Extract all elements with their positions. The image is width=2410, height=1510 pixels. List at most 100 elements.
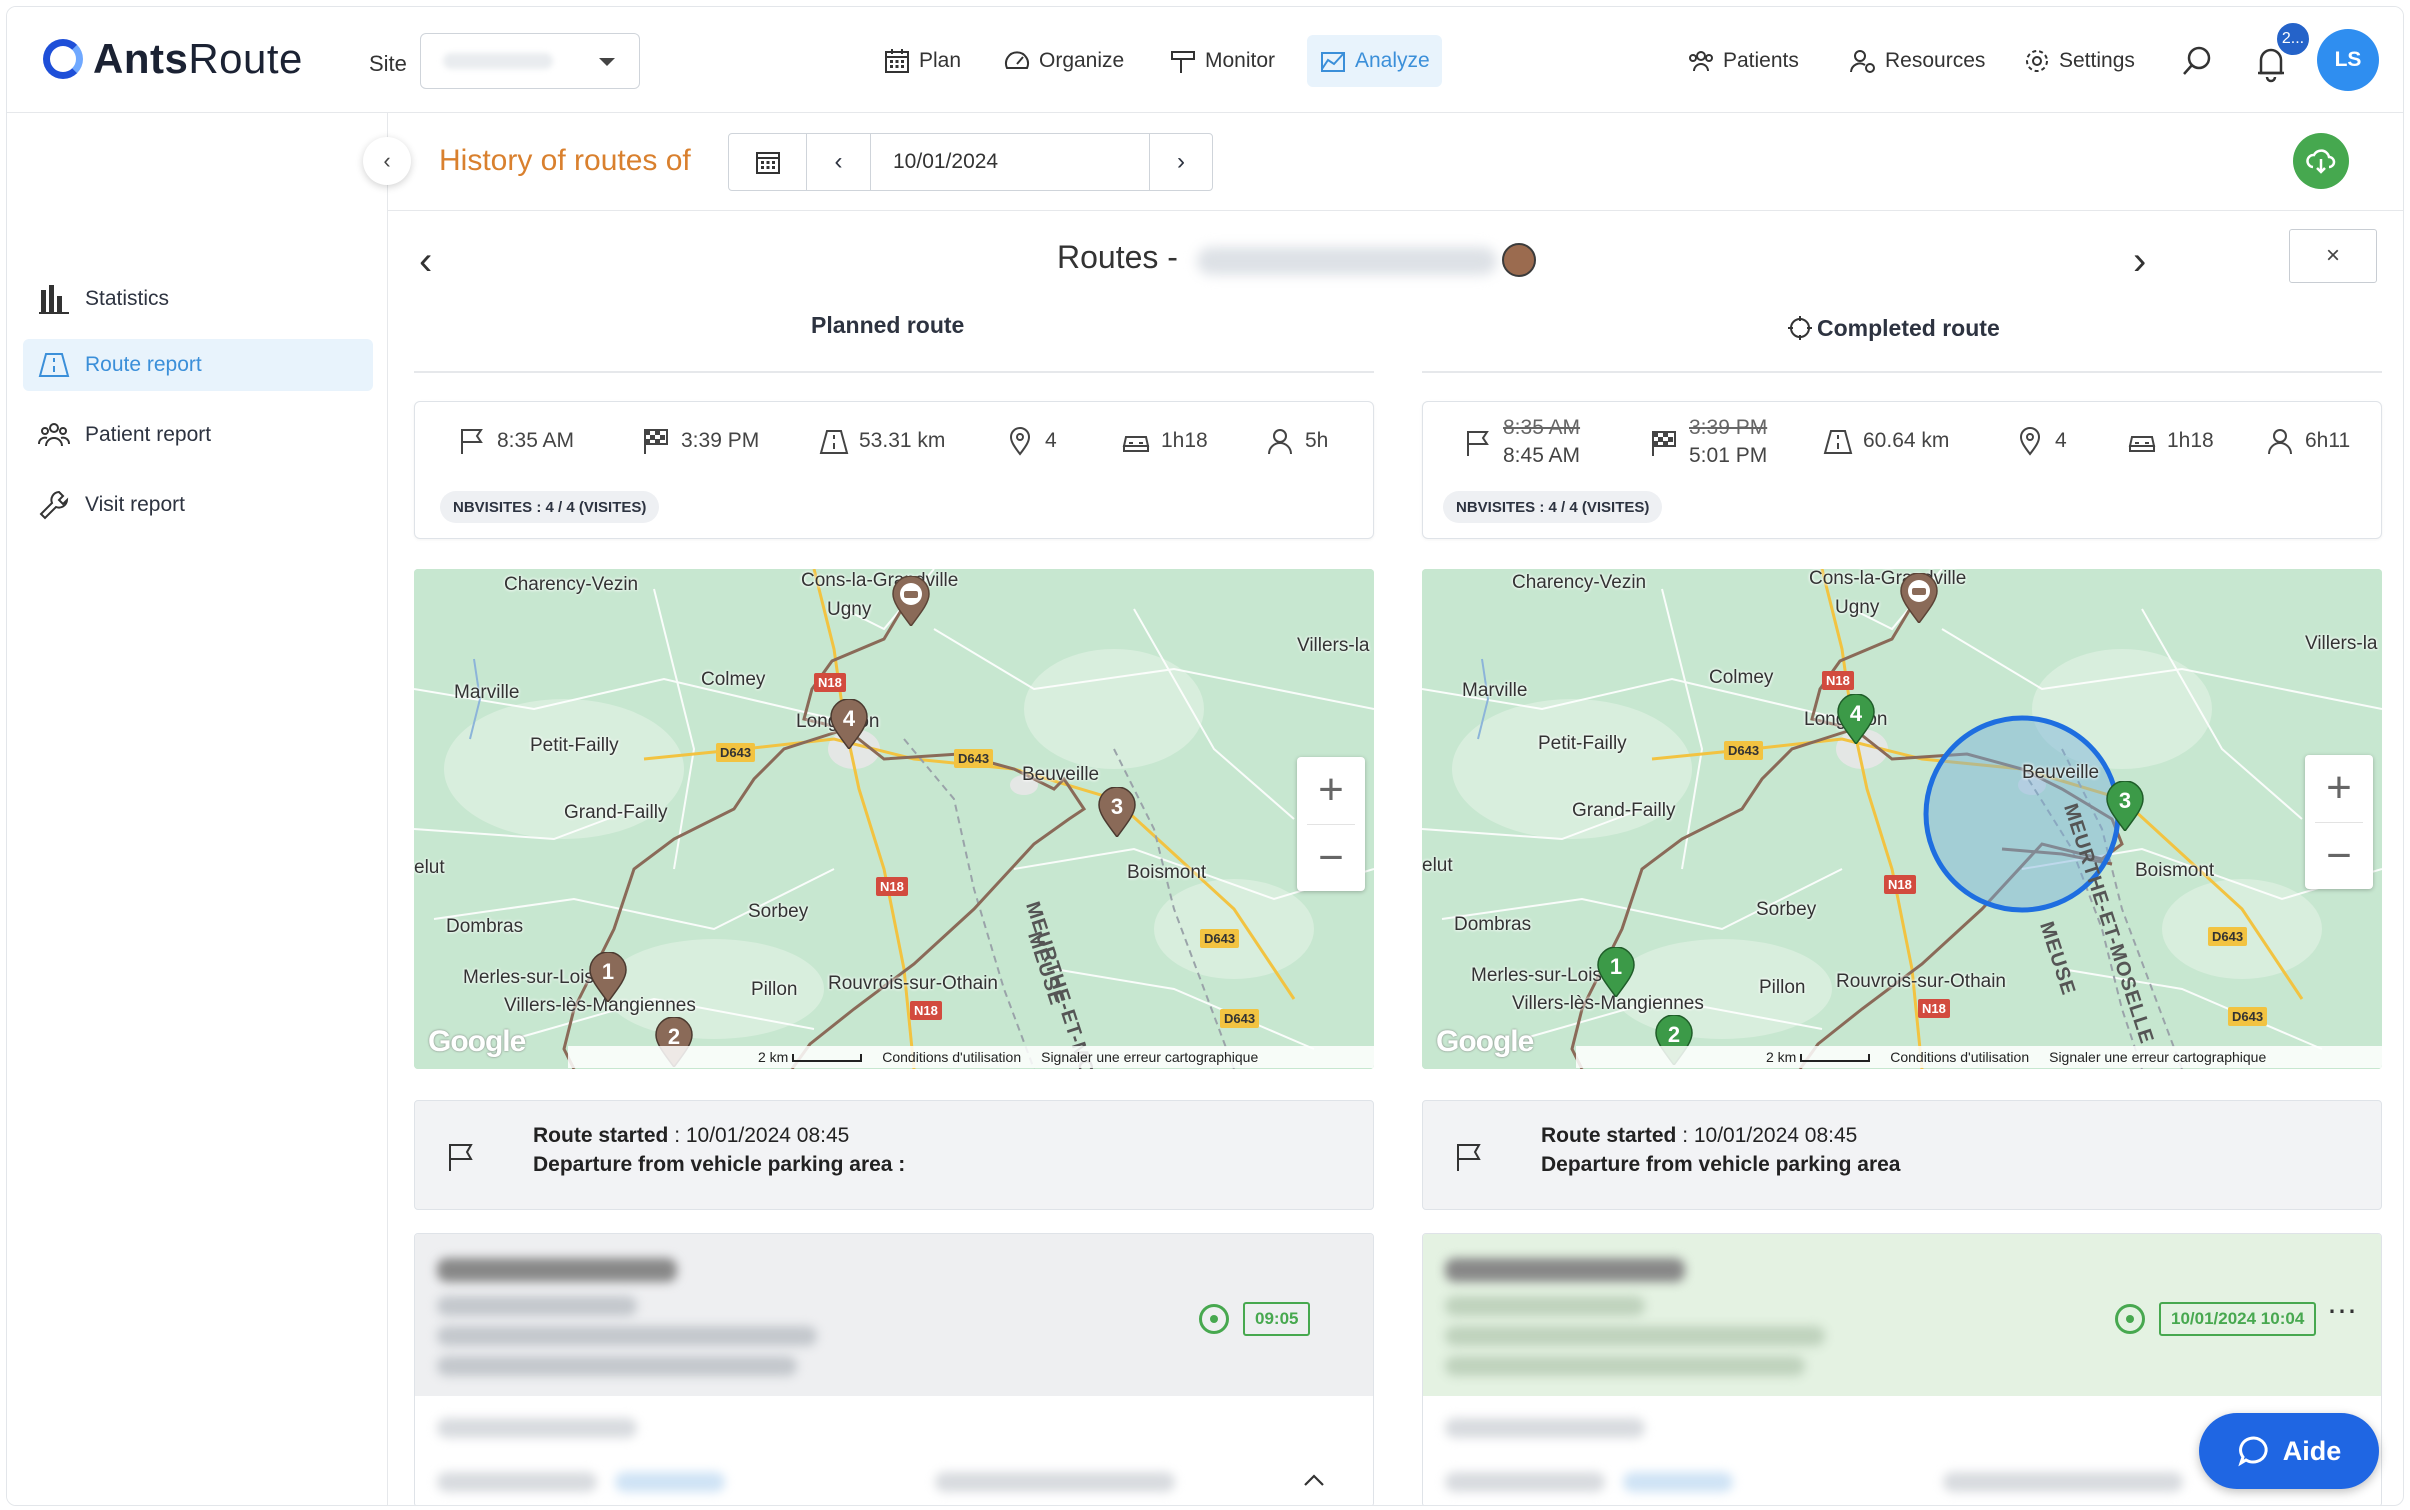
map-attribution: 2 km Conditions d'utilisation Signaler u… <box>1576 1046 2382 1068</box>
nav-organize-label: Organize <box>1039 49 1125 72</box>
sidebar-item-route-report[interactable]: Route report <box>23 339 373 391</box>
planned-start-time: 8:35 AM <box>1503 416 1581 439</box>
resource-name-redacted <box>1197 247 1497 275</box>
car-icon <box>1122 436 1150 452</box>
nav-organize[interactable]: Organize <box>991 35 1136 87</box>
planned-visit-card[interactable]: 09:05 <box>414 1233 1374 1505</box>
google-logo: Google <box>1436 1025 1534 1058</box>
depot-pin[interactable] <box>1899 572 1939 625</box>
route-started-line: Route started : 10/01/2024 08:45 <box>1541 1124 1858 1147</box>
zoom-in-button[interactable]: + <box>2305 755 2373 822</box>
logo-text: AntsRoute <box>93 35 303 82</box>
chevron-left-icon: ‹ <box>383 148 391 173</box>
nav-patients[interactable]: Patients <box>1675 35 1811 87</box>
chevron-right-icon: › <box>1177 148 1185 175</box>
route-stop-pin[interactable]: 3 <box>1097 786 1137 839</box>
help-label: Aide <box>2282 1435 2342 1466</box>
nav-plan[interactable]: Plan <box>871 35 973 87</box>
visit-time-chip: 10/01/2024 10:04 <box>2159 1302 2317 1336</box>
sidebar-item-visit-report[interactable]: Visit report <box>23 479 373 531</box>
sidebar-item-statistics[interactable]: Statistics <box>23 273 373 325</box>
planned-stats-card: 8:35 AM 3:39 PM 53.31 km 4 1h18 5h NBVIS… <box>414 401 1374 539</box>
clock-icon <box>2115 1304 2145 1334</box>
nav-monitor-label: Monitor <box>1205 49 1276 72</box>
signpost-icon <box>1171 51 1195 73</box>
zoom-out-button[interactable]: − <box>2305 823 2373 890</box>
previous-day-button[interactable]: ‹ <box>807 134 871 190</box>
route-stop-pin[interactable]: 4 <box>829 698 869 751</box>
chevron-up-icon[interactable] <box>1301 1468 1327 1494</box>
completed-stops-stat: 4 <box>2015 426 2067 456</box>
routes-title: Routes - <box>1057 239 1178 275</box>
planned-start-stat: 8:35 AM <box>457 426 574 456</box>
planned-end-time: 3:39 PM <box>1689 416 1768 439</box>
planned-route-map[interactable]: Charency-Vezin Cons-la-Grandville Ugny V… <box>414 569 1374 1069</box>
completed-title-rule <box>1422 371 2382 373</box>
next-day-button[interactable]: › <box>1150 134 1212 190</box>
sidebar-item-label: Statistics <box>85 287 170 310</box>
patients-icon <box>1689 51 1713 72</box>
nav-monitor[interactable]: Monitor <box>1157 35 1287 87</box>
zoom-out-button[interactable]: − <box>1297 825 1365 892</box>
calendar-icon <box>755 152 780 174</box>
map-report-link[interactable]: Signaler une erreur cartographique <box>1041 1049 1258 1065</box>
visits-count-badge: NBVISITES : 4 / 4 (VISITES) <box>1443 491 1663 523</box>
planned-drive-stat: 1h18 <box>1121 426 1208 456</box>
road-icon <box>1823 430 1853 454</box>
close-button[interactable]: × <box>2289 229 2377 283</box>
actual-start-time: 8:45 AM <box>1503 444 1581 467</box>
map-pin-icon <box>1009 427 1031 456</box>
completed-route-title: Completed route <box>1817 315 2000 341</box>
chevron-down-icon <box>599 58 615 66</box>
sidebar-item-label: Visit report <box>85 493 185 516</box>
car-icon <box>2128 436 2156 452</box>
completed-route-map[interactable]: Charency-Vezin Cons-la-Grandville Ugny V… <box>1422 569 2382 1069</box>
date-field[interactable]: 10/01/2024 <box>871 134 1150 190</box>
completed-stats-card: 8:35 AM 8:45 AM 3:39 PM 5:01 PM 60.64 km… <box>1422 401 2382 539</box>
calendar-button[interactable] <box>729 134 807 190</box>
cloud-download-button[interactable] <box>2293 133 2349 189</box>
app-logo[interactable]: AntsRoute <box>43 35 303 83</box>
patient-name-redacted <box>437 1258 677 1282</box>
completed-start-stat: 8:35 AM 8:45 AM <box>1463 416 1580 468</box>
map-report-link[interactable]: Signaler une erreur cartographique <box>2049 1049 2266 1065</box>
map-zoom-control: + − <box>2305 755 2373 889</box>
visits-count-badge: NBVISITES : 4 / 4 (VISITES) <box>440 491 660 523</box>
nav-settings[interactable]: Settings <box>2011 35 2147 87</box>
site-select[interactable] <box>420 33 640 89</box>
user-avatar[interactable]: LS <box>2317 29 2379 91</box>
previous-route-button[interactable]: ‹ <box>419 239 432 284</box>
completed-stop-pin[interactable]: 3 <box>2105 780 2145 833</box>
departure-line: Departure from vehicle parking area <box>1541 1153 1901 1176</box>
more-options-icon[interactable]: ⋯ <box>2327 1294 2357 1329</box>
search-icon[interactable] <box>2179 43 2215 79</box>
planned-route-title: Planned route <box>811 312 965 338</box>
depot-pin[interactable] <box>891 575 931 628</box>
nav-plan-label: Plan <box>919 49 962 72</box>
sidebar-item-patient-report[interactable]: Patient report <box>23 409 373 461</box>
planned-work-stat: 5h <box>1265 426 1328 456</box>
route-stop-pin[interactable]: 1 <box>588 951 628 1004</box>
sidebar-item-label: Patient report <box>85 423 212 446</box>
nav-analyze[interactable]: Analyze <box>1307 35 1442 87</box>
google-logo: Google <box>428 1025 526 1058</box>
completed-stop-pin[interactable]: 4 <box>1836 693 1876 746</box>
header-divider <box>388 210 2403 211</box>
road-icon <box>38 353 70 377</box>
nav-resources[interactable]: Resources <box>1837 35 1997 87</box>
next-route-button[interactable]: › <box>2133 239 2146 284</box>
help-chat-button[interactable]: Aide <box>2199 1413 2379 1489</box>
sidebar: Statistics Route report Patient report V… <box>7 113 388 1505</box>
completed-stop-pin[interactable]: 1 <box>1596 946 1636 999</box>
map-terms-link[interactable]: Conditions d'utilisation <box>882 1049 1021 1065</box>
people-icon <box>38 423 70 447</box>
zoom-in-button[interactable]: + <box>1297 757 1365 824</box>
map-scale: 2 km <box>758 1049 863 1065</box>
chevron-left-icon: ‹ <box>834 148 843 175</box>
planned-title-rule <box>414 371 1374 373</box>
map-terms-link[interactable]: Conditions d'utilisation <box>1890 1049 2029 1065</box>
sidebar-collapse-button[interactable]: ‹ <box>363 137 411 185</box>
actual-end-time: 5:01 PM <box>1689 444 1768 467</box>
site-value-redacted <box>443 53 553 69</box>
completed-end-stat: 3:39 PM 5:01 PM <box>1649 416 1767 468</box>
